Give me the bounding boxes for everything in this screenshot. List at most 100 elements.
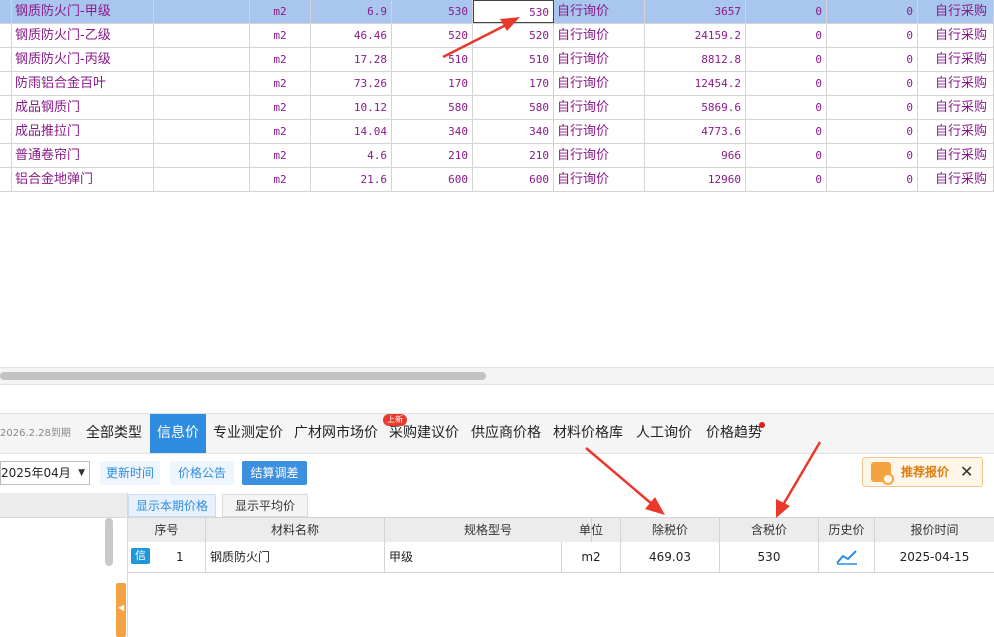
grid-row[interactable]: 成品推拉门 m2 14.04 340 340 自行询价 4773.6 0 0 自… xyxy=(0,120,994,144)
cell-editable-price[interactable]: 520 xyxy=(473,24,554,47)
tab-supplier-price[interactable]: 供应商价格 xyxy=(471,414,541,453)
cell-zero-1[interactable]: 0 xyxy=(746,72,827,95)
tab-price-trend[interactable]: 价格趋势 xyxy=(706,414,762,453)
cell-material-name[interactable]: 铝合金地弹门 xyxy=(12,168,154,191)
cell-material-name[interactable]: 防雨铝合金百叶 xyxy=(12,72,154,95)
cell-unit[interactable]: m2 xyxy=(250,0,311,23)
cell-market-price[interactable]: 340 xyxy=(392,120,473,143)
cell-quantity[interactable]: 46.46 xyxy=(311,24,392,47)
cell-market-price[interactable]: 600 xyxy=(392,168,473,191)
cell-total[interactable]: 24159.2 xyxy=(645,24,746,47)
cell-quantity[interactable]: 21.6 xyxy=(311,168,392,191)
cell-material-name[interactable]: 成品推拉门 xyxy=(12,120,154,143)
cell-market-price[interactable]: 530 xyxy=(392,0,473,23)
cell-quantity[interactable]: 4.6 xyxy=(311,144,392,167)
cell-quantity[interactable]: 17.28 xyxy=(311,48,392,71)
cell-zero-2[interactable]: 0 xyxy=(827,168,918,191)
tab-professional-price[interactable]: 专业测定价 xyxy=(213,414,283,453)
settlement-adjust-button[interactable]: 结算调差 xyxy=(242,461,307,485)
cell-zero-2[interactable]: 0 xyxy=(827,72,918,95)
grid-row[interactable]: 成品钢质门 m2 10.12 580 580 自行询价 5869.6 0 0 自… xyxy=(0,96,994,120)
cell-market-price[interactable]: 580 xyxy=(392,96,473,119)
cell-unit[interactable]: m2 xyxy=(250,96,311,119)
cell-zero-1[interactable]: 0 xyxy=(746,24,827,47)
cell-supply-method[interactable]: 自行采购 xyxy=(918,0,994,23)
cell-zero-1[interactable]: 0 xyxy=(746,48,827,71)
update-time-button[interactable]: 更新时间 xyxy=(100,461,160,485)
cell-market-price[interactable]: 510 xyxy=(392,48,473,71)
cell-market-price[interactable]: 520 xyxy=(392,24,473,47)
cell-total[interactable]: 966 xyxy=(645,144,746,167)
cell-spec[interactable] xyxy=(154,0,250,23)
cell-unit[interactable]: m2 xyxy=(250,24,311,47)
cell-quantity[interactable]: 10.12 xyxy=(311,96,392,119)
close-icon[interactable]: ✕ xyxy=(960,458,973,486)
cell-supply-method[interactable]: 自行采购 xyxy=(918,144,994,167)
cell-zero-2[interactable]: 0 xyxy=(827,0,918,23)
cell-spec[interactable] xyxy=(154,168,250,191)
cell-quantity[interactable]: 14.04 xyxy=(311,120,392,143)
tab-info-price[interactable]: 信息价 xyxy=(150,414,206,453)
cell-total[interactable]: 8812.8 xyxy=(645,48,746,71)
cell-unit[interactable]: m2 xyxy=(250,72,311,95)
cell-unit[interactable]: m2 xyxy=(250,144,311,167)
collapse-panel-handle[interactable]: ◀ xyxy=(116,583,126,637)
cell-market-price[interactable]: 170 xyxy=(392,72,473,95)
grid-row-selected[interactable]: 钢质防火门-甲级 m2 6.9 530 530 自行询价 3657 0 0 自行… xyxy=(0,0,994,24)
cell-material-name[interactable]: 钢质防火门-乙级 xyxy=(12,24,154,47)
cell-spec[interactable] xyxy=(154,96,250,119)
vertical-scrollbar-thumb[interactable] xyxy=(105,518,113,566)
price-notice-button[interactable]: 价格公告 xyxy=(170,461,234,485)
line-chart-icon[interactable] xyxy=(836,549,858,565)
cell-material-name[interactable]: 钢质防火门-甲级 xyxy=(12,0,154,23)
tab-all-types[interactable]: 全部类型 xyxy=(86,414,142,453)
grid-row[interactable]: 普通卷帘门 m2 4.6 210 210 自行询价 966 0 0 自行采购 xyxy=(0,144,994,168)
period-select[interactable]: 2025年04月 ▼ xyxy=(0,461,90,485)
cell-price-source[interactable]: 自行询价 xyxy=(554,0,645,23)
cell-zero-1[interactable]: 0 xyxy=(746,120,827,143)
cell-editable-price[interactable]: 210 xyxy=(473,144,554,167)
cell-total[interactable]: 12454.2 xyxy=(645,72,746,95)
cell-price-source[interactable]: 自行询价 xyxy=(554,144,645,167)
cell-zero-2[interactable]: 0 xyxy=(827,144,918,167)
cell-zero-2[interactable]: 0 xyxy=(827,48,918,71)
show-current-price-tab[interactable]: 显示本期价格 xyxy=(128,494,216,517)
cell-zero-2[interactable]: 0 xyxy=(827,120,918,143)
tab-material-price-library[interactable]: 材料价格库 xyxy=(553,414,623,453)
cell-zero-1[interactable]: 0 xyxy=(746,96,827,119)
grid-row[interactable]: 铝合金地弹门 m2 21.6 600 600 自行询价 12960 0 0 自行… xyxy=(0,168,994,192)
recommend-price-button[interactable]: 推荐报价 ✕ xyxy=(862,457,983,487)
cell-supply-method[interactable]: 自行采购 xyxy=(918,168,994,191)
cell-market-price[interactable]: 210 xyxy=(392,144,473,167)
cell-price-source[interactable]: 自行询价 xyxy=(554,24,645,47)
table-row[interactable]: 信 1 钢质防火门 甲级 m2 469.03 530 2025-04-15 xyxy=(128,542,994,573)
cell-spec[interactable] xyxy=(154,48,250,71)
scrollbar-thumb[interactable] xyxy=(0,372,486,380)
cell-total[interactable]: 5869.6 xyxy=(645,96,746,119)
cell-spec[interactable] xyxy=(154,120,250,143)
cell-editable-price[interactable]: 340 xyxy=(473,120,554,143)
cell-material-name[interactable]: 成品钢质门 xyxy=(12,96,154,119)
cell-price-source[interactable]: 自行询价 xyxy=(554,72,645,95)
cell-unit[interactable]: m2 xyxy=(250,168,311,191)
tab-manual-inquiry[interactable]: 人工询价 xyxy=(636,414,692,453)
grid-row[interactable]: 防雨铝合金百叶 m2 73.26 170 170 自行询价 12454.2 0 … xyxy=(0,72,994,96)
cell-supply-method[interactable]: 自行采购 xyxy=(918,72,994,95)
cell-editable-price[interactable]: 580 xyxy=(473,96,554,119)
cell-editable-price[interactable]: 170 xyxy=(473,72,554,95)
cell-unit[interactable]: m2 xyxy=(250,48,311,71)
cell-unit[interactable]: m2 xyxy=(250,120,311,143)
cell-total[interactable]: 3657 xyxy=(645,0,746,23)
cell-spec[interactable] xyxy=(154,72,250,95)
cell-price-source[interactable]: 自行询价 xyxy=(554,96,645,119)
cell-price-source[interactable]: 自行询价 xyxy=(554,48,645,71)
cell-editable-price[interactable]: 510 xyxy=(473,48,554,71)
grid-row[interactable]: 钢质防火门-丙级 m2 17.28 510 510 自行询价 8812.8 0 … xyxy=(0,48,994,72)
cell-zero-2[interactable]: 0 xyxy=(827,96,918,119)
show-average-price-tab[interactable]: 显示平均价 xyxy=(222,494,308,517)
cell-supply-method[interactable]: 自行采购 xyxy=(918,96,994,119)
cell-spec[interactable] xyxy=(154,144,250,167)
cell-total[interactable]: 4773.6 xyxy=(645,120,746,143)
cell-zero-1[interactable]: 0 xyxy=(746,144,827,167)
horizontal-scrollbar[interactable] xyxy=(0,367,994,385)
